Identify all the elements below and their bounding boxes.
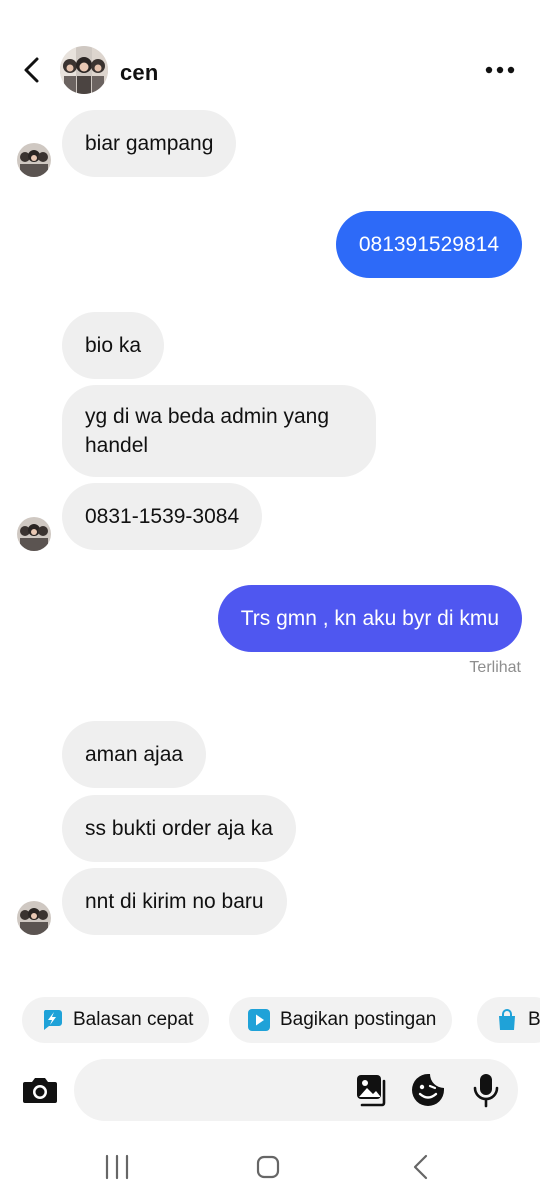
incoming-message-bubble[interactable]: biar gampang (62, 110, 237, 177)
quick-reply-bagikan-postingan[interactable]: Bagikan postingan (229, 997, 453, 1043)
message-text: aman ajaa (85, 743, 184, 766)
sticker-icon (412, 1074, 444, 1106)
message-text: 081391529814 (358, 233, 499, 256)
more-options-button[interactable] (482, 56, 518, 84)
avatar-image (17, 901, 51, 935)
message-input[interactable] (92, 1059, 346, 1123)
sender-avatar[interactable] (17, 517, 51, 551)
message-text: Trs gmn , kn aku byr di kmu (240, 607, 499, 630)
gallery-icon (357, 1075, 386, 1107)
sender-avatar[interactable] (17, 143, 51, 177)
quick-reply-label: B (528, 1009, 540, 1030)
more-horizontal-icon (485, 66, 515, 74)
incoming-message-bubble[interactable]: aman ajaa (62, 721, 207, 788)
quick-reply-label: Bagikan postingan (280, 1009, 437, 1030)
camera-button[interactable] (20, 1070, 60, 1110)
message-text: 0831-1539-3084 (85, 505, 240, 528)
outgoing-message-bubble[interactable]: 081391529814 (335, 211, 522, 278)
message-text: bio ka (85, 334, 142, 357)
quick-reply-label: Balasan cepat (73, 1009, 194, 1030)
shopping-bag-icon (499, 1009, 515, 1030)
system-back-button[interactable] (401, 1150, 441, 1184)
message-text: yg di wa beda admin yang handel (85, 405, 329, 457)
message-text: nnt di kirim no baru (85, 890, 264, 913)
sender-avatar[interactable] (17, 901, 51, 935)
seen-status: Terlihat (469, 659, 521, 676)
contact-name[interactable]: cen (120, 60, 159, 86)
message-text: biar gampang (85, 132, 214, 155)
avatar-image (60, 46, 108, 94)
incoming-message-bubble[interactable]: 0831-1539-3084 (62, 483, 263, 550)
camera-icon (23, 1078, 57, 1103)
incoming-message-bubble[interactable]: bio ka (62, 312, 165, 379)
avatar-image (17, 517, 51, 551)
incoming-message-bubble[interactable]: ss bukti order aja ka (62, 795, 296, 862)
sticker-button[interactable] (410, 1072, 446, 1108)
chat-header: cen (0, 36, 540, 106)
outgoing-message-bubble[interactable]: Trs gmn , kn aku byr di kmu (217, 585, 522, 652)
lightning-icon (43, 1010, 62, 1030)
back-button[interactable] (16, 54, 48, 86)
home-icon (256, 1155, 280, 1179)
incoming-message-bubble[interactable]: yg di wa beda admin yang handel (62, 385, 376, 477)
play-icon (248, 1009, 270, 1031)
contact-avatar[interactable] (60, 46, 108, 94)
back-icon (413, 1154, 428, 1180)
microphone-button[interactable] (468, 1072, 504, 1108)
quick-reply-balasan-cepat[interactable]: Balasan cepat (22, 997, 210, 1043)
message-text: ss bukti order aja ka (85, 817, 273, 840)
message-composer (74, 1059, 518, 1123)
home-button[interactable] (248, 1150, 288, 1184)
incoming-message-bubble[interactable]: nnt di kirim no baru (62, 868, 287, 935)
recents-button[interactable] (97, 1150, 137, 1184)
chevron-left-icon (24, 57, 39, 83)
microphone-icon (473, 1074, 499, 1108)
gallery-button[interactable] (354, 1072, 390, 1108)
avatar-image (17, 143, 51, 177)
quick-reply-shop[interactable]: B (477, 997, 540, 1043)
recents-icon (105, 1154, 129, 1180)
